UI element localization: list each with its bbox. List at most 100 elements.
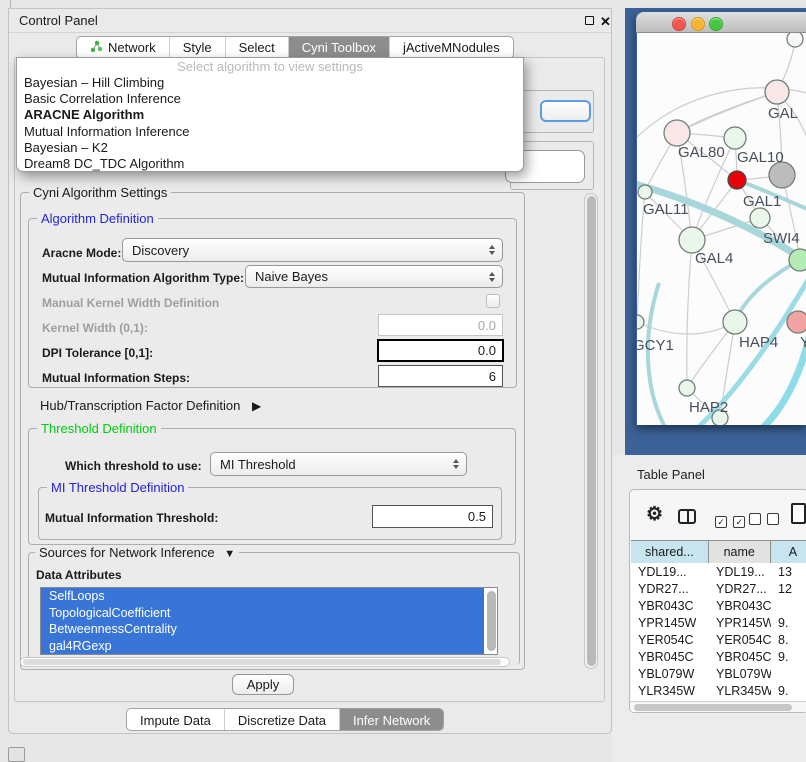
kernel-width-field[interactable]: 0.0 — [378, 314, 503, 336]
manual-kernel-label: Manual Kernel Width Definition — [42, 296, 219, 310]
column-header-shared[interactable]: shared... — [631, 541, 709, 563]
dropdown-item[interactable]: ARACNE Algorithm — [17, 107, 523, 123]
obscured-focused-combo-fragment — [540, 100, 591, 122]
close-traffic-light[interactable] — [672, 17, 686, 31]
tab-select[interactable]: Select — [226, 37, 289, 58]
dropdown-item[interactable]: Basic Correlation Inference — [17, 91, 523, 107]
dpi-tolerance-field[interactable]: 0.0 — [377, 339, 504, 362]
tab-infer-network[interactable]: Infer Network — [340, 709, 443, 731]
aracne-mode-select[interactable]: Discovery — [122, 238, 503, 262]
dropdown-item[interactable]: Dream8 DC_TDC Algorithm — [17, 156, 523, 172]
network-node-hap4[interactable] — [723, 310, 747, 334]
network-node-label: GAL1 — [743, 193, 781, 210]
network-node-gal[interactable] — [765, 80, 789, 104]
table-row[interactable]: YBL079WYBL079W — [631, 665, 806, 682]
table-row[interactable]: YBR043CYBR043C — [631, 597, 806, 614]
attribute-item[interactable]: SelfLoops — [41, 588, 484, 605]
table-horizontal-scrollbar[interactable] — [630, 701, 806, 712]
top-edge-tick — [10, 0, 11, 8]
network-node-gal11[interactable] — [638, 185, 652, 199]
column-header-a[interactable]: A — [771, 541, 806, 563]
table-row[interactable]: YDL19...YDL19...13 — [631, 563, 806, 580]
control-panel-tabs: NetworkStyleSelectCyni ToolboxjActiveMNo… — [76, 36, 514, 59]
list-scrollbar-thumb[interactable] — [487, 591, 496, 651]
tab-cyni-toolbox[interactable]: Cyni Toolbox — [289, 37, 390, 58]
table-cell: YER054C — [709, 633, 771, 647]
column-header-name[interactable]: name — [709, 541, 771, 563]
deselect-all-icon[interactable] — [749, 512, 779, 530]
network-node-swi4[interactable] — [789, 249, 806, 271]
network-node-hap2[interactable] — [679, 380, 695, 396]
network-node-label: GAL — [768, 105, 798, 122]
zoom-traffic-light[interactable] — [709, 17, 723, 31]
network-node-label: HAP4 — [739, 334, 778, 351]
hub-definition-expander[interactable]: Hub/Transcription Factor Definition ▶ — [40, 398, 261, 413]
data-attributes-label: Data Attributes — [36, 568, 122, 582]
network-node[interactable] — [728, 171, 746, 189]
data-attributes-list[interactable]: SelfLoopsTopologicalCoefficientBetweenne… — [40, 587, 498, 655]
combo-arrows-icon — [489, 245, 495, 255]
dpi-tolerance-label: DPI Tolerance [0,1]: — [42, 346, 153, 360]
dropdown-item[interactable]: Bayesian – Hill Climbing — [17, 75, 523, 91]
network-node[interactable] — [787, 33, 803, 47]
select-all-icon[interactable]: ✓ ✓ — [715, 512, 745, 530]
manual-kernel-checkbox[interactable] — [486, 294, 500, 308]
settings-vertical-scrollbar[interactable] — [584, 193, 598, 669]
network-node-gcy1[interactable] — [637, 315, 644, 329]
apply-button[interactable]: Apply — [232, 674, 294, 695]
mi-type-select[interactable]: Naive Bayes — [245, 265, 503, 288]
mi-threshold-field[interactable]: 0.5 — [372, 505, 493, 528]
tab-impute-data[interactable]: Impute Data — [127, 709, 225, 731]
combo-arrows-icon — [489, 272, 495, 282]
network-window: GALGAL80GAL10GAL1GAL11GAL4SWI4GCY1HAP4YH… — [636, 12, 806, 425]
dropdown-item[interactable]: Bayesian – K2 — [17, 140, 523, 156]
table-cell: YBR043C — [709, 599, 771, 613]
tab-network[interactable]: Network — [77, 37, 170, 58]
network-node-gal1[interactable] — [750, 208, 770, 228]
sources-group-title[interactable]: Sources for Network Inference ▼ — [35, 545, 239, 560]
close-icon[interactable]: ✕ — [600, 15, 611, 28]
network-node-gal80[interactable] — [664, 120, 690, 146]
network-node-label: GAL4 — [695, 250, 733, 267]
tab-jactivemnodules[interactable]: jActiveMNodules — [390, 37, 513, 58]
gear-icon[interactable]: ⚙ — [646, 505, 663, 524]
table-cell: 8. — [771, 633, 806, 647]
float-icon[interactable] — [585, 16, 594, 25]
mi-steps-field[interactable]: 6 — [378, 365, 503, 387]
network-node-label: GAL80 — [678, 144, 725, 161]
table-cell: YPR145W — [631, 616, 709, 630]
which-threshold-select[interactable]: MI Threshold — [210, 452, 467, 476]
network-node-label: SWI4 — [763, 230, 800, 247]
network-node-gal10[interactable] — [724, 127, 746, 149]
mi-threshold-group-title: MI Threshold Definition — [47, 480, 188, 495]
table-cell: YBR043C — [631, 599, 709, 613]
dropdown-item[interactable]: Mutual Information Inference — [17, 124, 523, 140]
table-cell: 12 — [771, 582, 806, 596]
new-table-icon[interactable] — [791, 503, 806, 524]
table-row[interactable]: YDR27...YDR27...12 — [631, 580, 806, 597]
attribute-item[interactable]: BetweennessCentrality — [41, 621, 484, 638]
tab-discretize-data[interactable]: Discretize Data — [225, 709, 340, 731]
table-row[interactable]: YER054CYER054C8. — [631, 631, 806, 648]
table-cell: YLR345W — [709, 684, 771, 698]
table-cell: 9. — [771, 616, 806, 630]
columns-icon[interactable] — [678, 509, 696, 524]
network-node-label: Y — [800, 334, 806, 351]
table-row[interactable]: YLR345WYLR345W9. — [631, 682, 806, 699]
table-row[interactable]: YPR145WYPR145W9. — [631, 614, 806, 631]
tab-style[interactable]: Style — [170, 37, 226, 58]
bottom-tabs: Impute DataDiscretize DataInfer Network — [126, 708, 444, 731]
control-panel-title: Control Panel — [19, 13, 98, 28]
minimize-traffic-light[interactable] — [691, 17, 705, 31]
network-node-label: GAL10 — [737, 149, 784, 166]
minimized-panel-icon[interactable] — [8, 747, 25, 762]
table-cell: 13 — [771, 565, 806, 579]
attribute-item[interactable]: gal4RGexp — [41, 638, 484, 655]
network-node-y[interactable] — [787, 311, 806, 333]
table-cell: YDL19... — [709, 565, 771, 579]
settings-horizontal-scrollbar[interactable] — [20, 657, 510, 667]
table-row[interactable]: YBR045CYBR045C9. — [631, 648, 806, 665]
algorithm-dropdown[interactable]: Select algorithm to view settings Bayesi… — [16, 57, 524, 172]
attribute-item[interactable]: TopologicalCoefficient — [41, 605, 484, 622]
network-canvas[interactable]: GALGAL80GAL10GAL1GAL11GAL4SWI4GCY1HAP4YH… — [637, 33, 806, 425]
